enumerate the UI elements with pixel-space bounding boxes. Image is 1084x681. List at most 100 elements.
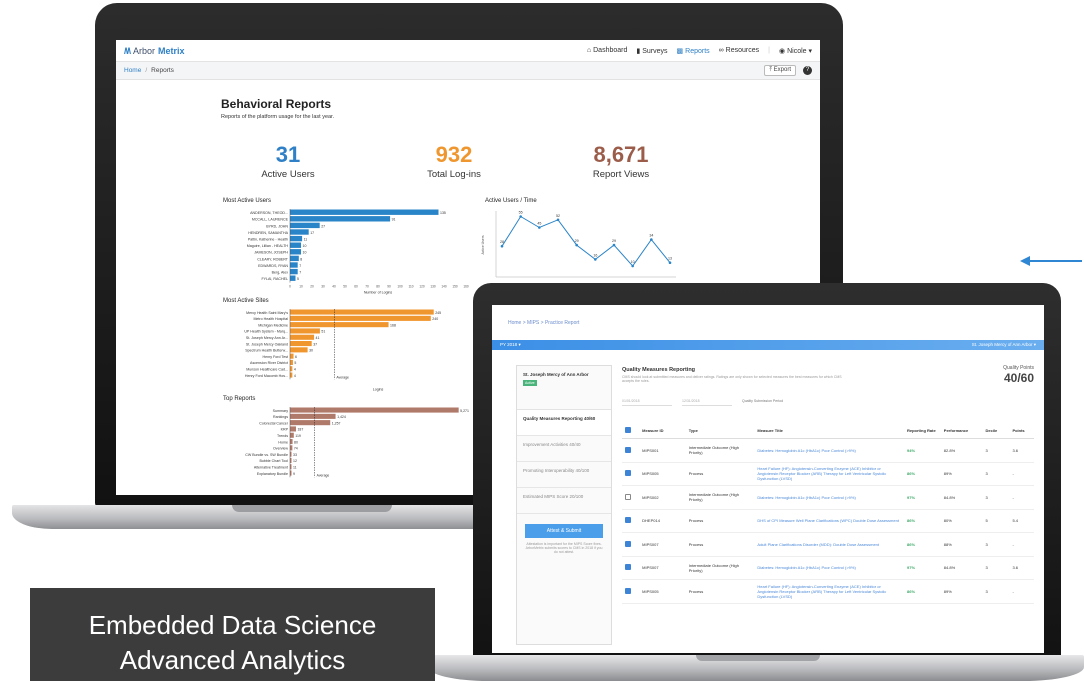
breadcrumb-home[interactable]: Home <box>124 67 141 74</box>
nav-reports[interactable]: ▩ Reports <box>677 47 710 55</box>
table-row[interactable]: DHEP014 Process DHS of CPI Measure Well Pl… <box>622 509 1034 533</box>
measure-title-link[interactable]: Diabetes: Hemoglobin A1c (HbA1c) Poor Co… <box>757 495 855 500</box>
data-point <box>612 243 616 247</box>
bar <box>290 407 459 413</box>
bar-category-label: Maguire, Lillian - HEALTH <box>247 244 289 248</box>
col-header-rate[interactable]: Reporting Rate <box>904 423 941 439</box>
cell-select[interactable] <box>622 509 640 533</box>
measure-title-link[interactable]: Heart Failure (HF): Angiotensin-Converti… <box>757 466 886 481</box>
bar <box>290 268 298 275</box>
data-label: 16 <box>593 253 597 257</box>
row-checkbox[interactable] <box>625 493 631 500</box>
cell-points: - <box>1009 579 1034 604</box>
col-header-decile[interactable]: Decile <box>982 423 1010 439</box>
measure-title-link[interactable]: Adult Plane Clarifications Disorder (MDD… <box>757 542 879 547</box>
row-checkbox[interactable] <box>625 446 631 453</box>
x-tick-label: 140 <box>441 285 447 289</box>
bar-value-label: 4 <box>294 374 296 378</box>
row-checkbox[interactable] <box>625 517 631 524</box>
row-checkbox[interactable] <box>625 540 631 547</box>
cell-select[interactable] <box>622 485 640 510</box>
col-header-points[interactable]: Points <box>1009 423 1034 439</box>
row-checkbox[interactable] <box>625 587 631 594</box>
app-logo[interactable]: /\/\ Arbor Metrix <box>124 46 185 56</box>
bar <box>290 222 320 229</box>
cell-performance: 82.8% <box>940 438 983 463</box>
nav-reports-label: Reports <box>685 47 710 55</box>
col-header-select <box>622 423 640 439</box>
col-header-performance[interactable]: Performance <box>940 423 983 439</box>
date-to-input[interactable]: 12/31/2018 <box>682 399 732 406</box>
row-checkbox[interactable] <box>625 564 631 571</box>
cell-select[interactable] <box>622 532 640 557</box>
export-button[interactable]: ⤒ Export <box>764 65 796 76</box>
bar-category-label: St. Joseph Mercy Ann Ar... <box>246 336 288 340</box>
data-label: 29 <box>575 239 579 243</box>
table-row[interactable]: MIPS007 Intermediate Outcome (High Priori… <box>622 556 1034 580</box>
col-header-measure-id[interactable]: Measure ID <box>639 423 686 439</box>
x-tick-label: 150 <box>452 285 458 289</box>
cell-type: Intermediate Outcome (High Priority) <box>685 438 755 463</box>
section-description: CMS should look at submitted measures an… <box>622 375 842 383</box>
kpi-label: Report Views <box>592 169 650 180</box>
nav-surveys[interactable]: ▮ Surveys <box>636 47 667 55</box>
cell-title: Adult Plane Clarifications Disorder (MDD… <box>754 532 904 557</box>
sidebar-item-improvement[interactable]: Improvement Activities 40/40 <box>517 436 611 462</box>
measure-title-link[interactable]: Diabetes: Hemoglobin A1c (HbA1c) Poor Co… <box>757 565 855 570</box>
row-checkbox[interactable] <box>625 470 631 477</box>
nav-dashboard[interactable]: ⌂ Dashboard <box>587 47 627 54</box>
measure-title-link[interactable]: Diabetes: Hemoglobin A1c (HbA1c) Poor Co… <box>757 448 855 453</box>
table-row[interactable]: MIPS002 Intermediate Outcome (High Priori… <box>622 485 1034 510</box>
bar-category-label: Henry Ford Macomb Hos... <box>245 374 288 378</box>
cell-rate: 86% <box>904 509 941 533</box>
bar-value-label: 8 <box>300 257 302 261</box>
table-row[interactable]: MIPS007 Process Adult Plane Clarifications… <box>622 532 1034 557</box>
col-header-type[interactable]: Type <box>685 423 755 439</box>
attest-submit-button[interactable]: Attest & Submit <box>525 524 603 538</box>
cell-select[interactable] <box>622 438 640 463</box>
logo-mark-icon: /\/\ <box>124 45 131 56</box>
cell-select[interactable] <box>622 556 640 580</box>
data-label: 45 <box>537 222 541 226</box>
organization-name: St. Joseph Mercy of Ann Arbor <box>523 372 589 377</box>
col-header-title[interactable]: Measure Title <box>754 423 904 439</box>
bar-value-label: 51 <box>321 330 325 334</box>
cell-performance: 84.8% <box>940 485 983 510</box>
large-laptop-base <box>12 505 512 529</box>
table-row[interactable]: MIPS005 Process Heart Failure (HF): Angiot… <box>622 462 1034 486</box>
bar-category-label: Summary <box>273 409 289 413</box>
bar-value-label: 187 <box>297 428 303 432</box>
mips-sidebar: St. Joseph Mercy of Ann Arbor Active Qua… <box>516 365 612 645</box>
sidebar-item-interoperability[interactable]: Promoting Interoperability 40/100 <box>517 462 611 488</box>
x-tick-label: 80 <box>376 285 380 289</box>
x-tick-label: 70 <box>365 285 369 289</box>
chart-title-most-active-sites: Most Active Sites <box>223 298 269 304</box>
reporting-rate-value: 86% <box>907 588 916 594</box>
measure-title-link[interactable]: DHS of CPI Measure Well Plane Clarificat… <box>757 518 899 523</box>
bar-category-label: Alternative Treatment <box>254 466 288 470</box>
mips-breadcrumb[interactable]: Home > MIPS > Practice Report <box>508 320 579 326</box>
cell-title: Diabetes: Hemoglobin A1c (HbA1c) Poor Co… <box>754 485 904 510</box>
bar-value-label: 5 <box>294 361 296 365</box>
measure-title-link[interactable]: Heart Failure (HF): Angiotensin-Converti… <box>757 584 886 599</box>
table-row[interactable]: MIPS005 Process Heart Failure (HF): Angiot… <box>622 579 1034 604</box>
sidebar-item-estimated-score[interactable]: Estimated MIPS Score 20/100 <box>517 488 611 514</box>
cell-points: 5.4 <box>1009 509 1034 533</box>
organization-select[interactable]: St. Joseph Mercy of Ann Arbor ▾ <box>972 342 1036 348</box>
data-label: 55 <box>519 211 523 215</box>
bar-value-label: 27 <box>321 224 325 228</box>
help-icon[interactable]: ? <box>803 66 812 75</box>
cell-title: DHS of CPI Measure Well Plane Clarificat… <box>754 509 904 533</box>
table-row[interactable]: MIPS001 Intermediate Outcome (High Priori… <box>622 438 1034 463</box>
user-menu[interactable]: ◉ Nicole ▾ <box>779 47 812 55</box>
program-year-select[interactable]: PY 2018 ▾ <box>500 342 521 348</box>
select-all-checkbox[interactable] <box>625 427 631 433</box>
bar-category-label: FYLAI, RACHEL <box>261 277 288 281</box>
nav-resources[interactable]: ∞ Resources <box>719 47 759 54</box>
sidebar-item-quality[interactable]: Quality Measures Reporting 40/60 <box>517 410 611 436</box>
bar-value-label: 17 <box>310 231 314 235</box>
bar-category-label: Spectrum Health Butterw... <box>245 349 288 353</box>
date-from-input[interactable]: 01/01/2018 <box>622 399 672 406</box>
cell-select[interactable] <box>622 579 640 604</box>
cell-select[interactable] <box>622 462 640 486</box>
